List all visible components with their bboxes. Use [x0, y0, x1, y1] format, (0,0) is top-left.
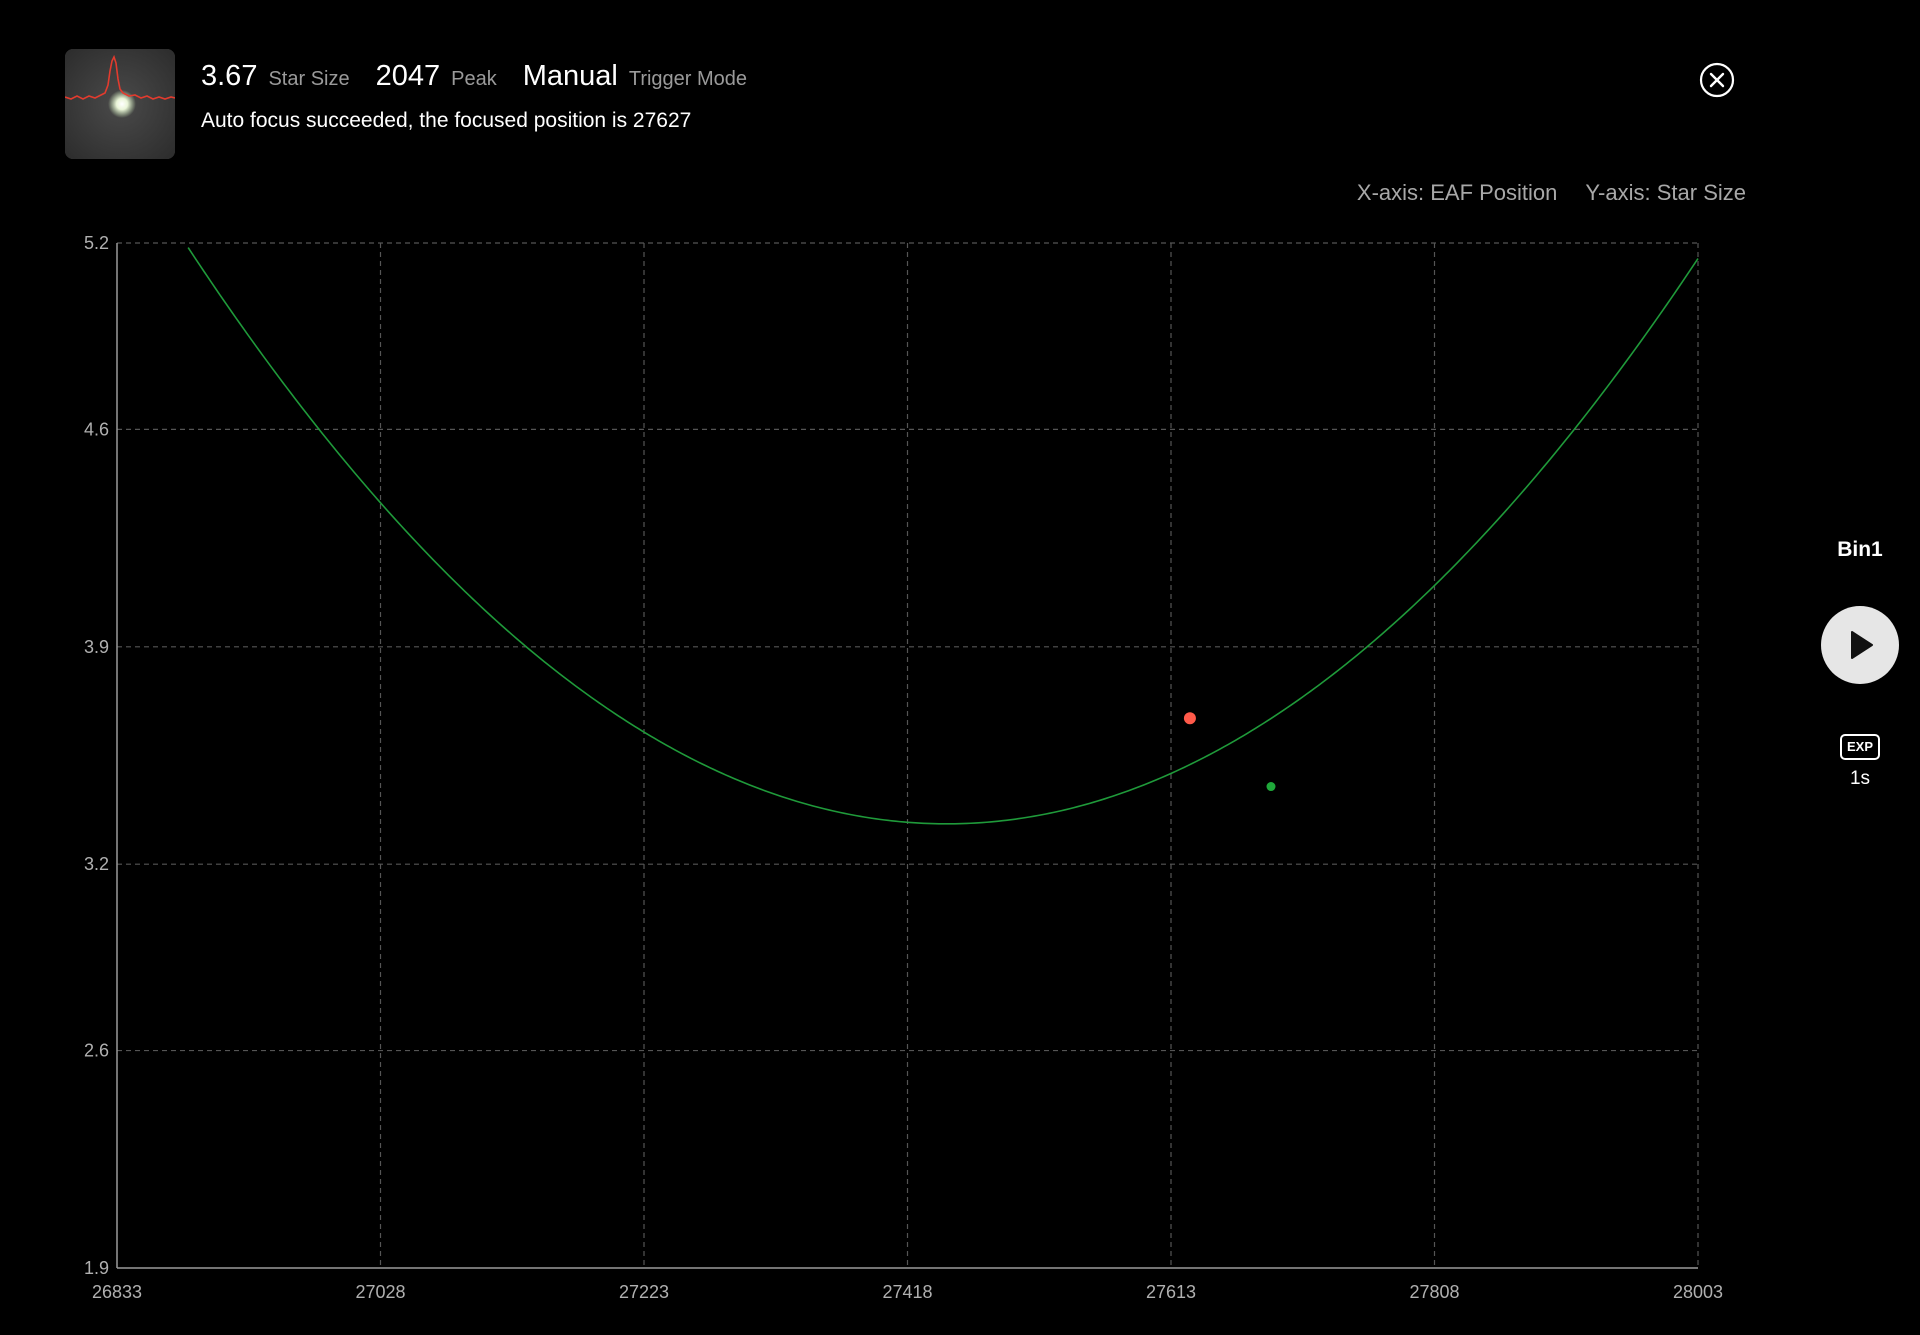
- x-tick-label: 27028: [355, 1282, 405, 1302]
- focus-curve-chart: 26833 27028 27223 27418 27613 27808 28003 5.2 4.…: [84, 233, 1723, 1302]
- y-tick-label: 5.2: [84, 233, 109, 253]
- y-tick-label: 2.6: [84, 1041, 109, 1061]
- x-tick-label: 27613: [1146, 1282, 1196, 1302]
- y-tick-label: 3.2: [84, 854, 109, 874]
- start-capture-button[interactable]: [1821, 606, 1899, 684]
- autofocus-screen: 3.67 Star Size 2047 Peak Manual Trigger …: [0, 0, 1920, 1335]
- x-tick-label: 27418: [882, 1282, 932, 1302]
- y-tick-label: 1.9: [84, 1258, 109, 1278]
- focus-position-point: [1266, 782, 1276, 792]
- x-tick-label: 27223: [619, 1282, 669, 1302]
- y-tick-label: 3.9: [84, 637, 109, 657]
- exposure-icon[interactable]: EXP: [1840, 734, 1880, 760]
- measured-point: [1183, 712, 1196, 725]
- x-tick-label: 26833: [92, 1282, 142, 1302]
- x-tick-label: 27808: [1409, 1282, 1459, 1302]
- focus-fit-curve: [187, 247, 1699, 825]
- exposure-value[interactable]: 1s: [1820, 768, 1900, 790]
- play-icon: [1851, 631, 1873, 659]
- capture-side-panel: Bin1 EXP 1s: [1820, 530, 1900, 790]
- y-tick-label: 4.6: [84, 419, 109, 439]
- bin-mode-button[interactable]: Bin1: [1820, 538, 1900, 562]
- x-tick-label: 28003: [1673, 1282, 1723, 1302]
